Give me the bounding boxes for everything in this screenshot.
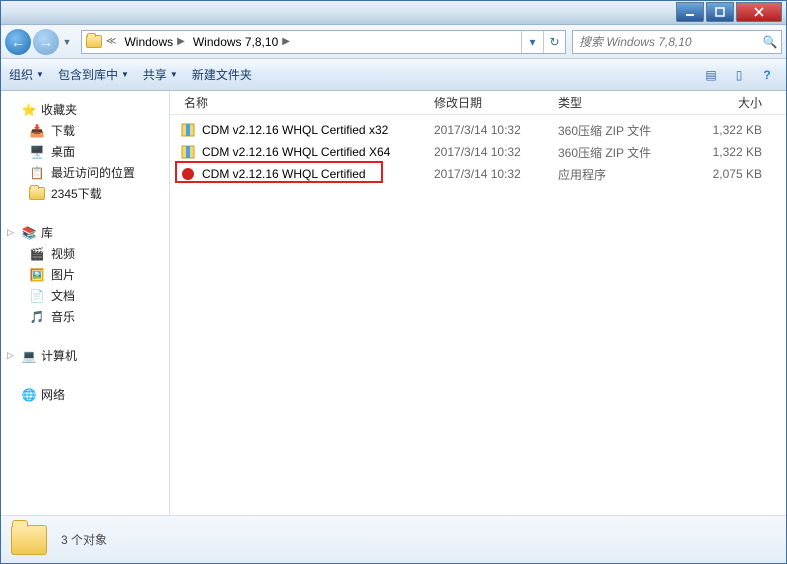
organize-button[interactable]: 组织▼ [9,66,44,83]
file-date: 2017/3/14 10:32 [434,167,558,181]
folder-icon [29,186,45,202]
library-icon: 📚 [21,225,37,241]
column-headers: 名称 修改日期 类型 大小 [170,91,786,115]
preview-pane-button[interactable]: ▯ [728,64,750,86]
nav-row: ← → ▼ ≪ Windows▶ Windows 7,8,10▶ ▾ ↻ 🔍 [1,25,786,59]
status-text: 3 个对象 [61,531,107,548]
view-options-button[interactable]: ▤ [700,64,722,86]
sidebar: ⭐收藏夹 📥下载 🖥️桌面 📋最近访问的位置 2345下载 ▷📚库 🎬视频 🖼️… [1,91,170,515]
col-size-header[interactable]: 大小 [676,94,786,111]
network-icon: 🌐 [21,387,37,403]
col-type-header[interactable]: 类型 [552,94,676,111]
search-box[interactable]: 🔍 [572,30,782,54]
file-name: CDM v2.12.16 WHQL Certified X64 [202,145,434,159]
file-type: 应用程序 [558,166,682,183]
refresh-button[interactable]: ↻ [543,31,565,53]
body: ⭐收藏夹 📥下载 🖥️桌面 📋最近访问的位置 2345下载 ▷📚库 🎬视频 🖼️… [1,91,786,515]
file-date: 2017/3/14 10:32 [434,145,558,159]
file-list: CDM v2.12.16 WHQL Certified x32 2017/3/1… [170,115,786,515]
back-button[interactable]: ← [5,29,31,55]
search-input[interactable] [573,35,759,49]
sidebar-item-2345[interactable]: 2345下载 [1,183,169,204]
file-row[interactable]: CDM v2.12.16 WHQL Certified x32 2017/3/1… [170,119,786,141]
sidebar-item-recent[interactable]: 📋最近访问的位置 [1,162,169,183]
picture-icon: 🖼️ [29,267,45,283]
zip-icon [180,122,196,138]
address-dropdown[interactable]: ▾ [521,31,543,53]
col-date-header[interactable]: 修改日期 [428,94,552,111]
window-controls [674,2,782,22]
file-size: 1,322 KB [682,123,786,137]
sidebar-item-downloads[interactable]: 📥下载 [1,120,169,141]
file-name: CDM v2.12.16 WHQL Certified x32 [202,123,434,137]
content-area: 名称 修改日期 类型 大小 CDM v2.12.16 WHQL Certifie… [170,91,786,515]
sidebar-computer-header[interactable]: ▷💻计算机 [1,345,169,366]
sidebar-item-documents[interactable]: 📄文档 [1,285,169,306]
sidebar-item-music[interactable]: 🎵音乐 [1,306,169,327]
music-icon: 🎵 [29,309,45,325]
sidebar-item-desktop[interactable]: 🖥️桌面 [1,141,169,162]
titlebar [1,1,786,25]
download-icon: 📥 [29,123,45,139]
file-type: 360压缩 ZIP 文件 [558,122,682,139]
minimize-button[interactable] [676,2,704,22]
history-dropdown[interactable]: ▼ [61,29,73,55]
file-size: 1,322 KB [682,145,786,159]
desktop-icon: 🖥️ [29,144,45,160]
document-icon: 📄 [29,288,45,304]
search-icon: 🔍 [759,35,781,49]
sidebar-favorites-header[interactable]: ⭐收藏夹 [1,99,169,120]
help-button[interactable]: ? [756,64,778,86]
statusbar: 3 个对象 [1,515,786,563]
file-name: CDM v2.12.16 WHQL Certified [202,167,434,181]
breadcrumb-root-arrow[interactable]: ≪ [102,31,120,53]
zip-icon [180,144,196,160]
breadcrumb-item[interactable]: Windows 7,8,10▶ [189,31,294,53]
recent-icon: 📋 [29,165,45,181]
breadcrumb-item[interactable]: Windows▶ [120,31,188,53]
include-in-library-button[interactable]: 包含到库中▼ [58,66,129,83]
folder-icon [86,34,102,50]
exe-icon [180,166,196,182]
share-button[interactable]: 共享▼ [143,66,178,83]
forward-button[interactable]: → [33,29,59,55]
address-bar[interactable]: ≪ Windows▶ Windows 7,8,10▶ ▾ ↻ [81,30,566,54]
sidebar-libraries-header[interactable]: ▷📚库 [1,222,169,243]
folder-icon [11,525,47,555]
toolbar: 组织▼ 包含到库中▼ 共享▼ 新建文件夹 ▤ ▯ ? [1,59,786,91]
file-row[interactable]: CDM v2.12.16 WHQL Certified 2017/3/14 10… [170,163,786,185]
computer-icon: 💻 [21,348,37,364]
sidebar-network-header[interactable]: 🌐网络 [1,384,169,405]
col-name-header[interactable]: 名称 [170,94,428,111]
file-size: 2,075 KB [682,167,786,181]
file-type: 360压缩 ZIP 文件 [558,144,682,161]
sidebar-item-pictures[interactable]: 🖼️图片 [1,264,169,285]
sidebar-item-videos[interactable]: 🎬视频 [1,243,169,264]
explorer-window: ← → ▼ ≪ Windows▶ Windows 7,8,10▶ ▾ ↻ 🔍 组… [0,0,787,564]
close-button[interactable] [736,2,782,22]
maximize-button[interactable] [706,2,734,22]
video-icon: 🎬 [29,246,45,262]
file-row[interactable]: CDM v2.12.16 WHQL Certified X64 2017/3/1… [170,141,786,163]
file-date: 2017/3/14 10:32 [434,123,558,137]
star-icon: ⭐ [21,102,37,118]
new-folder-button[interactable]: 新建文件夹 [192,66,252,83]
